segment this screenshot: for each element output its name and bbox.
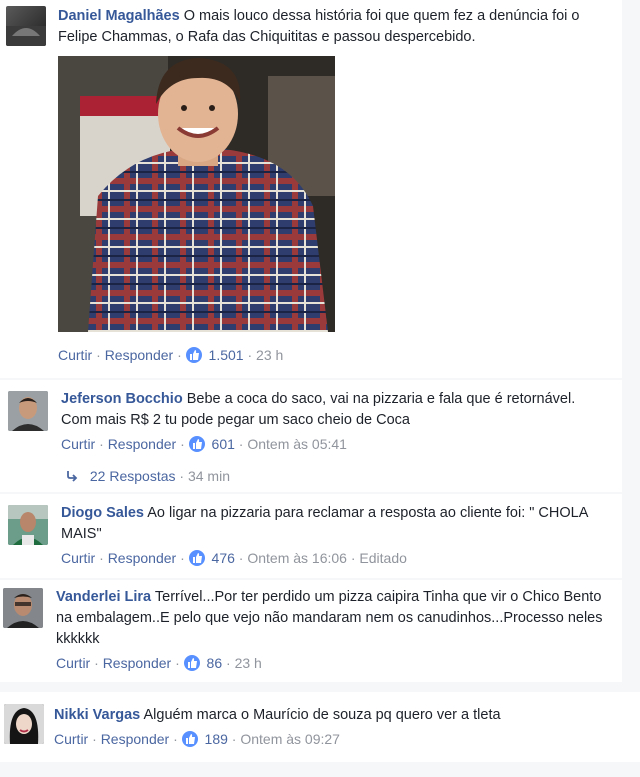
reply-link[interactable]: Responder bbox=[105, 347, 174, 363]
reaction-count[interactable]: 86 bbox=[207, 655, 223, 671]
avatar[interactable] bbox=[3, 588, 43, 628]
avatar[interactable] bbox=[4, 704, 44, 744]
like-thumb-icon bbox=[183, 655, 200, 671]
like-link[interactable]: Curtir bbox=[61, 436, 95, 452]
comment-author[interactable]: Vanderlei Lira bbox=[56, 589, 151, 605]
avatar[interactable] bbox=[8, 391, 48, 431]
comment-author[interactable]: Nikki Vargas bbox=[54, 707, 140, 723]
reply-arrow-icon bbox=[66, 468, 80, 484]
comment-block: Vanderlei Lira Terrível...Por ter perdid… bbox=[0, 580, 622, 682]
comment-text: Alguém marca o Maurício de souza pq quer… bbox=[143, 707, 501, 723]
like-link[interactable]: Curtir bbox=[54, 731, 88, 747]
view-replies[interactable]: 22 Respostas · 34 min bbox=[66, 468, 230, 484]
avatar-image bbox=[8, 391, 48, 431]
comment-time[interactable]: Ontem às 09:27 bbox=[240, 731, 340, 747]
replies-time: 34 min bbox=[187, 468, 230, 484]
replies-count-link[interactable]: 22 Respostas bbox=[90, 468, 176, 484]
reply-link[interactable]: Responder bbox=[103, 655, 172, 671]
comment-body: Daniel Magalhães O mais louco dessa hist… bbox=[58, 6, 618, 48]
comment-block: Jeferson Bocchio Bebe a coca do saco, va… bbox=[0, 380, 622, 492]
comment-actions: Curtir · Responder · 189 · Ontem às 09:2… bbox=[54, 731, 340, 747]
photo-boy-plaid-shirt bbox=[58, 56, 335, 332]
comment-body: Jeferson Bocchio Bebe a coca do saco, va… bbox=[61, 389, 581, 431]
reply-link[interactable]: Responder bbox=[108, 550, 177, 566]
comment-body: Diogo Sales Ao ligar na pizzaria para re… bbox=[61, 503, 591, 545]
reply-link[interactable]: Responder bbox=[108, 436, 177, 452]
like-thumb-icon bbox=[188, 550, 205, 566]
like-thumb-icon bbox=[185, 347, 202, 363]
like-thumb-icon bbox=[181, 731, 198, 747]
comment-actions: Curtir · Responder · 1.501 · 23 h bbox=[58, 347, 284, 363]
avatar-image bbox=[8, 505, 48, 545]
avatar[interactable] bbox=[8, 505, 48, 545]
comment-block: Diogo Sales Ao ligar na pizzaria para re… bbox=[0, 494, 622, 578]
like-link[interactable]: Curtir bbox=[58, 347, 92, 363]
reaction-count[interactable]: 189 bbox=[205, 731, 228, 747]
comment-actions: Curtir · Responder · 601 · Ontem às 05:4… bbox=[61, 436, 347, 452]
comment-author[interactable]: Diogo Sales bbox=[61, 505, 144, 521]
comment-time[interactable]: Ontem às 16:06 bbox=[247, 550, 347, 566]
attached-photo[interactable] bbox=[58, 56, 335, 332]
avatar[interactable] bbox=[6, 6, 46, 46]
avatar-image bbox=[4, 704, 44, 744]
comment-actions: Curtir · Responder · 476 · Ontem às 16:0… bbox=[61, 550, 407, 566]
reaction-count[interactable]: 476 bbox=[212, 550, 235, 566]
reaction-count[interactable]: 601 bbox=[212, 436, 235, 452]
reaction-count[interactable]: 1.501 bbox=[209, 347, 244, 363]
comment-actions: Curtir · Responder · 86 · 23 h bbox=[56, 655, 262, 671]
comment-time[interactable]: Ontem às 05:41 bbox=[247, 436, 347, 452]
comment-author[interactable]: Daniel Magalhães bbox=[58, 8, 180, 24]
avatar-image bbox=[3, 588, 43, 628]
comment-author[interactable]: Jeferson Bocchio bbox=[61, 391, 183, 407]
edited-label[interactable]: Editado bbox=[359, 550, 406, 566]
comment-time[interactable]: 23 h bbox=[235, 655, 262, 671]
comment-body: Nikki Vargas Alguém marca o Maurício de … bbox=[54, 705, 624, 726]
reply-link[interactable]: Responder bbox=[101, 731, 170, 747]
comment-block: Nikki Vargas Alguém marca o Maurício de … bbox=[0, 692, 640, 762]
comment-body: Vanderlei Lira Terrível...Por ter perdid… bbox=[56, 587, 618, 650]
avatar-image bbox=[6, 26, 46, 46]
like-link[interactable]: Curtir bbox=[61, 550, 95, 566]
like-thumb-icon bbox=[188, 436, 205, 452]
comment-time[interactable]: 23 h bbox=[256, 347, 283, 363]
comment-block: Daniel Magalhães O mais louco dessa hist… bbox=[0, 0, 622, 378]
like-link[interactable]: Curtir bbox=[56, 655, 90, 671]
